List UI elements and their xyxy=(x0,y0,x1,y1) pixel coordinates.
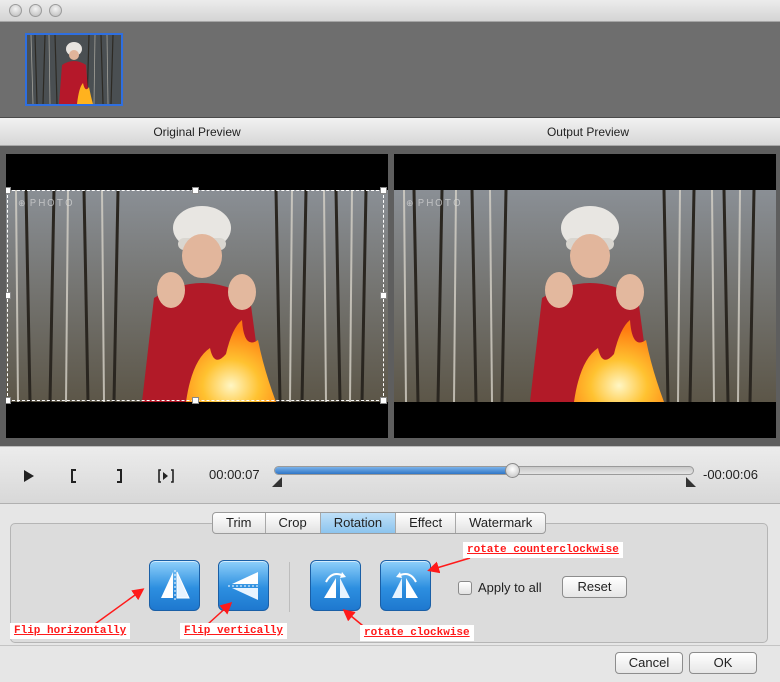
annotation-rotate-clockwise: rotate clockwise xyxy=(360,625,474,641)
apply-to-all-label: Apply to all xyxy=(478,580,542,595)
crop-handle-top[interactable] xyxy=(192,187,199,194)
current-time: 00:00:07 xyxy=(209,467,260,482)
flip-vertical-button[interactable] xyxy=(218,560,269,611)
crop-handle-top-right[interactable] xyxy=(380,187,387,194)
tab-watermark[interactable]: Watermark xyxy=(456,513,545,533)
crop-selection-box[interactable] xyxy=(6,187,387,404)
output-video-frame: ⊕ ＰＨＯＴＯ xyxy=(394,190,776,402)
footer-divider xyxy=(0,645,780,646)
clip-thumbnail[interactable] xyxy=(25,33,123,106)
crop-handle-bottom-right[interactable] xyxy=(380,397,387,404)
playback-controls: 00:00:07 -00:00:06 xyxy=(0,446,780,504)
crop-handle-left[interactable] xyxy=(6,292,11,299)
output-preview-label: Output Preview xyxy=(546,125,630,139)
trim-start-marker[interactable] xyxy=(272,475,284,487)
crop-handle-bottom[interactable] xyxy=(192,397,199,404)
annotation-flip-horizontally: Flip horizontally xyxy=(10,623,131,639)
crop-handle-top-left[interactable] xyxy=(6,187,11,194)
play-icon[interactable] xyxy=(18,465,40,487)
go-to-end-button[interactable] xyxy=(155,465,177,487)
apply-to-all-checkbox[interactable] xyxy=(458,580,472,595)
svg-text:⊕ ＰＨＯＴＯ: ⊕ ＰＨＯＴＯ xyxy=(406,199,461,209)
rotate-clockwise-button[interactable] xyxy=(310,560,361,611)
flip-horizontal-button[interactable] xyxy=(149,560,200,611)
flip-horizontal-icon xyxy=(160,569,190,602)
tab-effect[interactable]: Effect xyxy=(396,513,457,533)
tab-trim[interactable]: Trim xyxy=(213,513,266,533)
edit-tabs: Trim Crop Rotation Effect Watermark xyxy=(212,512,547,534)
timeline-slider[interactable] xyxy=(274,463,694,478)
crop-handle-bottom-left[interactable] xyxy=(6,397,11,404)
edit-panel: Trim Crop Rotation Effect Watermark Appl… xyxy=(0,504,780,682)
minimize-window-button[interactable] xyxy=(29,4,42,17)
rotate-counterclockwise-button[interactable] xyxy=(380,560,431,611)
ok-button[interactable]: OK xyxy=(689,652,757,674)
original-preview-panel[interactable]: ⊕ ＰＨＯＴＯ xyxy=(6,154,388,438)
mark-out-button[interactable] xyxy=(108,465,130,487)
timeline-knob[interactable] xyxy=(505,463,521,478)
clip-thumbnail-strip xyxy=(0,22,780,118)
annotation-flip-vertically: Flip vertically xyxy=(180,623,288,639)
rotate-clockwise-icon xyxy=(323,571,350,598)
tab-rotation[interactable]: Rotation xyxy=(320,513,397,533)
zoom-window-button[interactable] xyxy=(49,4,62,17)
title-bar xyxy=(0,0,780,22)
timeline-progress xyxy=(275,467,514,474)
tab-crop[interactable]: Crop xyxy=(266,513,321,533)
annotation-rotate-counterclockwise: rotate counterclockwise xyxy=(463,542,623,558)
trim-end-marker[interactable] xyxy=(684,475,696,487)
remaining-time: -00:00:06 xyxy=(703,467,758,482)
close-window-button[interactable] xyxy=(9,4,22,17)
output-preview-panel: ⊕ ＰＨＯＴＯ xyxy=(394,154,776,438)
preview-area: ⊕ ＰＨＯＴＯ ⊕ ＰＨＯＴＯ xyxy=(0,146,780,446)
reset-button[interactable]: Reset xyxy=(562,576,627,598)
rotate-counterclockwise-icon xyxy=(391,571,418,598)
apply-to-all-option[interactable]: Apply to all xyxy=(458,580,542,595)
flip-vertical-icon xyxy=(227,571,260,600)
preview-labels-bar: Original Preview Output Preview xyxy=(0,118,780,146)
separator xyxy=(289,562,290,612)
crop-handle-right[interactable] xyxy=(380,292,387,299)
mark-in-button[interactable] xyxy=(63,465,85,487)
original-preview-label: Original Preview xyxy=(153,125,241,139)
cancel-button[interactable]: Cancel xyxy=(615,652,683,674)
